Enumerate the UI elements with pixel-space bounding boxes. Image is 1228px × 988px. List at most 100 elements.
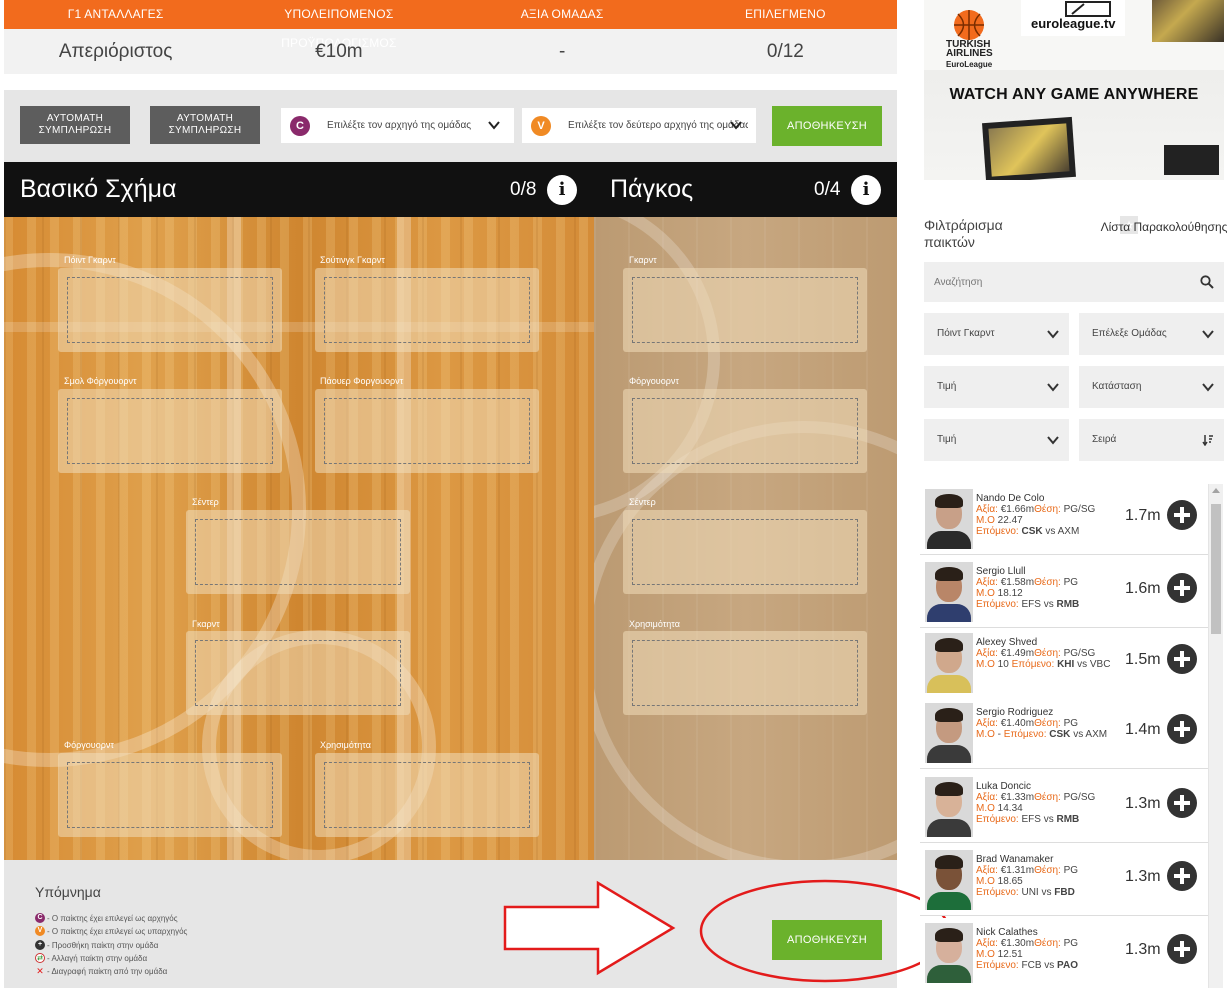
player-name[interactable]: Brad Wanamaker — [976, 854, 1053, 865]
add-player-icon[interactable] — [1167, 573, 1197, 603]
vice-captain-select[interactable]: V Επιλέξτε τον δεύτερο αρχηγό της ομάδας — [522, 108, 756, 143]
price-filter-value: Τιμή — [937, 381, 957, 392]
lineup-slot-point-guard[interactable] — [58, 268, 282, 352]
stats-value-budget: €10m — [315, 41, 363, 62]
player-avatar — [925, 777, 973, 837]
starting-lineup-title: Βασικό Σχήμα — [20, 175, 177, 203]
price-sort-dropdown[interactable]: Τιμή — [924, 419, 1069, 461]
lineup-slot-guard[interactable] — [186, 631, 410, 715]
player-avatar — [925, 703, 973, 763]
order-sort-value: Σειρά — [1092, 434, 1117, 445]
status-filter-dropdown[interactable]: Κατάσταση — [1079, 366, 1224, 408]
euroleague-wordmark: EuroLeague — [946, 60, 993, 69]
lineup-slot-forward[interactable] — [58, 753, 282, 837]
game-screen-image — [1152, 0, 1224, 42]
player-row[interactable]: Sergio Rodriguez Αξία: €1.40mΘέση: PG Μ.Ο … — [920, 698, 1208, 769]
euroleague-ball-logo-icon — [954, 10, 984, 40]
legend-item: C - Ο παίκτης έχει επιλεγεί ως αρχηγός — [35, 913, 178, 923]
captain-select[interactable]: C Επιλέξτε τον αρχηγό της ομάδας — [281, 108, 514, 143]
player-name[interactable]: Alexey Shved — [976, 637, 1037, 648]
player-row[interactable]: Brad Wanamaker Αξία: €1.31mΘέση: PG Μ.Ο 18… — [920, 845, 1208, 916]
lineup-slot-shooting-guard[interactable] — [315, 268, 539, 352]
stats-header-team-value: ΑΞΙΑ ΟΜΑΔΑΣ — [520, 7, 604, 21]
player-price: 1.5m — [1125, 651, 1161, 668]
euroleague-tv-logo: euroleague.tv — [1031, 16, 1116, 31]
player-row[interactable]: Sergio Llull Αξία: €1.58mΘέση: PG Μ.Ο 18.1… — [920, 557, 1208, 628]
chevron-down-icon — [1047, 330, 1059, 339]
player-average: Μ.Ο 12.51 — [976, 949, 1023, 960]
bench-slot-guard[interactable] — [623, 268, 867, 352]
player-avatar — [925, 489, 973, 549]
player-name[interactable]: Nick Calathes — [976, 927, 1038, 938]
player-name[interactable]: Nando De Colo — [976, 493, 1044, 504]
player-row[interactable]: Nando De Colo Αξία: €1.66mΘέση: PG/SG Μ.Ο … — [920, 484, 1208, 555]
player-average: Μ.Ο 18.65 — [976, 876, 1023, 887]
lineup-slot-center[interactable] — [186, 510, 410, 594]
slot-label-forward: Φόργουορντ — [64, 740, 114, 750]
player-name[interactable]: Sergio Llull — [976, 566, 1025, 577]
search-input[interactable] — [924, 262, 1194, 302]
swap-icon: ⇄ — [35, 953, 45, 963]
slot-label-point-guard: Πόιντ Γκαρντ — [64, 255, 116, 265]
player-name[interactable]: Sergio Rodriguez — [976, 707, 1053, 718]
player-search — [924, 262, 1224, 302]
bench-slot-center[interactable] — [623, 510, 867, 594]
position-filter-dropdown[interactable]: Πόιντ Γκαρντ — [924, 313, 1069, 355]
bench-label-center: Σέντερ — [629, 497, 656, 507]
add-player-icon[interactable] — [1167, 714, 1197, 744]
captain-icon: C — [35, 913, 45, 923]
player-row[interactable]: Luka Doncic Αξία: €1.33mΘέση: PG/SG Μ.Ο 14… — [920, 772, 1208, 843]
team-toolbar: ΑΥΤΟΜΑΤΗ ΣΥΜΠΛΗΡΩΣΗ ΑΥΤΟΜΑΤΗ ΣΥΜΠΛΗΡΩΣΗ … — [4, 90, 897, 162]
lineup-slot-utility[interactable] — [315, 753, 539, 837]
team-filter-dropdown[interactable]: Επέλεξε Ομάδας — [1079, 313, 1224, 355]
player-price: 1.3m — [1125, 795, 1161, 812]
chevron-down-icon — [1047, 383, 1059, 392]
player-list-scrollbar[interactable] — [1208, 484, 1223, 988]
add-player-icon[interactable] — [1167, 788, 1197, 818]
add-player-icon[interactable] — [1167, 500, 1197, 530]
vice-captain-icon: V — [35, 926, 45, 936]
player-list: Nando De Colo Αξία: €1.66mΘέση: PG/SG Μ.Ο … — [920, 484, 1208, 988]
info-icon[interactable]: i — [547, 175, 577, 205]
bench-slot-forward[interactable] — [623, 389, 867, 473]
annotation-arrow-and-circle — [503, 879, 951, 983]
player-row[interactable]: Alexey Shved Αξία: €1.49mΘέση: PG/SG Μ.Ο 1… — [920, 628, 1208, 699]
add-player-icon[interactable] — [1167, 861, 1197, 891]
legend-item: V - Ο παίκτης έχει επιλεγεί ως υπαρχηγός — [35, 926, 187, 936]
player-price: 1.3m — [1125, 941, 1161, 958]
player-name[interactable]: Luka Doncic — [976, 781, 1031, 792]
bench-slot-utility[interactable] — [623, 631, 867, 715]
player-average: Μ.Ο - Επόμενο: CSK vs AXM — [976, 729, 1108, 740]
player-value-position: Αξία: €1.66mΘέση: PG/SG — [976, 504, 1096, 515]
search-icon[interactable] — [1200, 275, 1214, 289]
stats-header-selected: ΕΠΙΛΕΓΜΕΝΟ — [745, 7, 826, 21]
bench-label-utility: Χρησιμότητα — [629, 619, 680, 629]
sort-order-icon — [1202, 435, 1213, 446]
order-sort-dropdown[interactable]: Σειρά — [1079, 419, 1224, 461]
player-row[interactable]: Nick Calathes Αξία: €1.30mΘέση: PG Μ.Ο 12.… — [920, 918, 1208, 988]
watchlist-label[interactable]: Λίστα Παρακολούθησης — [1099, 219, 1228, 236]
save-button[interactable]: ΑΠΟΘΗΚΕΥΣΗ — [772, 106, 882, 146]
player-price: 1.3m — [1125, 868, 1161, 885]
add-player-icon[interactable] — [1167, 644, 1197, 674]
player-value-position: Αξία: €1.49mΘέση: PG/SG — [976, 648, 1096, 659]
lineup-slot-power-forward[interactable] — [315, 389, 539, 473]
auto-fill-button-2[interactable]: ΑΥΤΟΜΑΤΗ ΣΥΜΠΛΗΡΩΣΗ — [150, 106, 260, 144]
player-value-position: Αξία: €1.33mΘέση: PG/SG — [976, 792, 1096, 803]
add-player-icon[interactable] — [1167, 934, 1197, 964]
captain-badge-icon: C — [290, 116, 310, 136]
status-filter-value: Κατάσταση — [1092, 381, 1142, 392]
bench-label-forward: Φόργουορντ — [629, 376, 679, 386]
auto-fill-button[interactable]: ΑΥΤΟΜΑΤΗ ΣΥΜΠΛΗΡΩΣΗ — [20, 106, 130, 144]
stats-value-transfers: Απεριόριστος — [58, 41, 173, 62]
position-filter-value: Πόιντ Γκαρντ — [937, 328, 995, 339]
price-filter-dropdown[interactable]: Τιμή — [924, 366, 1069, 408]
delete-icon: ✕ — [36, 966, 44, 976]
player-value-position: Αξία: €1.58mΘέση: PG — [976, 577, 1079, 588]
player-average: Μ.Ο 14.34 — [976, 803, 1023, 814]
info-icon[interactable]: i — [851, 175, 881, 205]
lineup-slot-small-forward[interactable] — [58, 389, 282, 473]
bench-header: Πάγκος 0/4 i — [594, 162, 897, 217]
euroleague-ad-banner[interactable]: euroleague.tv TURKISH AIRLINES EuroLeagu… — [924, 0, 1224, 180]
add-icon: + — [35, 940, 45, 950]
